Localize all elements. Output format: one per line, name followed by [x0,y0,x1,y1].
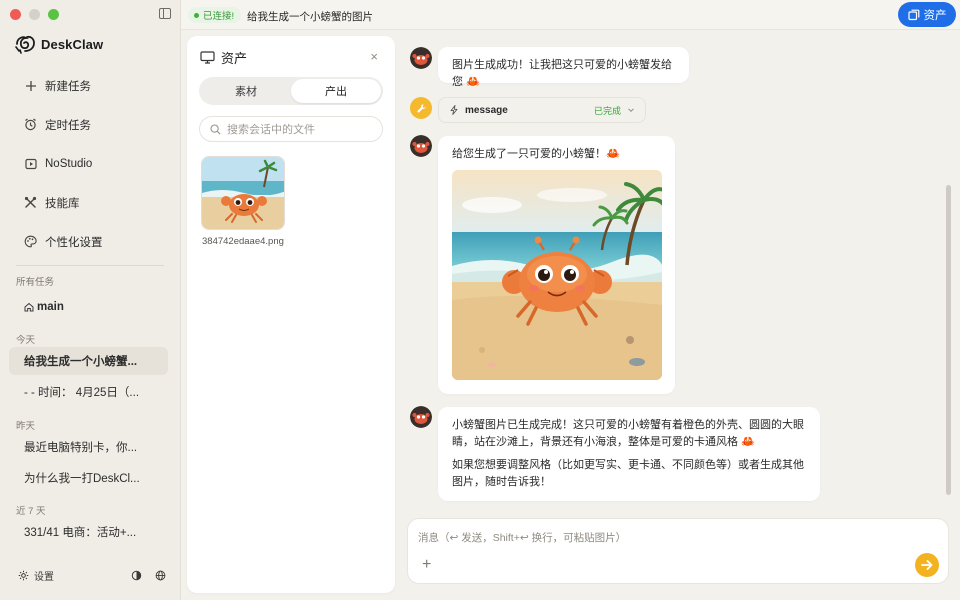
tool-call-icon [410,97,432,119]
conversation-title: 给我生成一个小螃蟹的图片 [247,11,373,23]
file-search-input[interactable]: 搜索会话中的文件 [199,116,383,142]
assistant-message: 图片生成成功！让我把这只可爱的小螃蟹发给您 🦀 [438,47,689,88]
crab-thumbnail-image [202,157,284,229]
sidebar-toggle-icon[interactable] [159,8,171,19]
search-icon [210,123,221,134]
arrow-right-icon [921,560,933,570]
task-item[interactable]: - - 时间： 4月25日（... [9,378,168,406]
message-text: 给您生成了一只可爱的小螃蟹！🦀 [452,148,620,160]
nav-skills[interactable]: 技能库 [16,183,166,222]
sidebar-divider [16,265,164,266]
nav-personalization[interactable]: 个性化设置 [16,222,166,261]
minimize-window-icon[interactable] [29,9,40,20]
task-item[interactable]: 最近电脑特别卡，你... [9,433,168,461]
claw-logo-icon [15,35,35,54]
section-last-7-days: 近 7 天 [16,506,46,517]
plus-icon [24,79,37,92]
assets-button[interactable]: 资产 [898,2,956,27]
close-window-icon[interactable] [10,9,21,20]
send-button[interactable] [915,553,939,577]
tool-call-card[interactable]: message 已完成 [438,97,646,123]
assets-panel-header: 资产 [200,48,247,67]
crab-avatar-icon [410,406,432,428]
nav-nostudio[interactable]: NoStudio [16,144,166,183]
crab-avatar-icon [410,47,432,69]
connection-status-text: 已连接! [203,11,235,22]
message-text: 小螃蟹图片已生成完成！这只可爱的小螃蟹有着橙色的外壳、圆圆的大眼睛，站在沙滩上，… [452,419,804,448]
task-item[interactable]: 331/41 电商：活动+... [9,518,168,546]
composer-placeholder: 消息（↩ 发送，Shift+↩ 换行，可粘贴图片） [418,532,627,544]
language-globe-icon[interactable] [155,570,166,581]
sidebar-footer: 设置 [18,568,166,583]
theme-toggle-icon[interactable] [131,570,142,581]
message-composer[interactable]: 消息（↩ 发送，Shift+↩ 换行，可粘贴图片） + [407,518,949,584]
file-name: 384742edaae4.png [202,236,284,247]
section-all-tasks: 所有任务 [16,277,55,288]
sidebar-nav: 新建任务 定时任务 NoStudio 技能库 个性化设置 [16,66,166,261]
task-item[interactable]: 给我生成一个小螃蟹... [9,347,168,375]
sidebar: DeskClaw 新建任务 定时任务 NoStudio 技能库 个性化设置 所有… [0,0,181,600]
assets-panel-title: 资产 [221,51,248,66]
app-name: DeskClaw [41,36,104,52]
nav-new-task[interactable]: 新建任务 [16,66,166,105]
assets-icon [907,9,919,20]
top-bar: 已连接! 给我生成一个小螃蟹的图片 资产 [181,0,960,30]
task-item[interactable]: 为什么我一打DeskCl... [9,464,168,492]
zoom-window-icon[interactable] [48,9,59,20]
monitor-icon [200,51,215,64]
avatar [410,406,432,428]
task-label: main [37,301,64,313]
settings-link[interactable]: 设置 [34,568,54,583]
nav-label: NoStudio [45,157,93,170]
tab-materials[interactable]: 素材 [201,79,291,103]
window-controls [10,9,59,20]
assets-panel: 资产 × 素材 产出 搜索会话中的文件 384742edaae4.png [187,36,395,593]
generated-image[interactable] [452,170,662,380]
file-thumbnail[interactable] [201,156,285,230]
assistant-message: 小螃蟹图片已生成完成！这只可爱的小螃蟹有着橙色的外壳、圆圆的大眼睛，站在沙滩上，… [438,407,820,501]
palette-icon [24,235,37,248]
assets-button-label: 资产 [923,9,947,22]
chat-thread: 图片生成成功！让我把这只可爱的小螃蟹发给您 🦀 message 已完成 给您生成… [400,30,952,510]
nav-scheduled-tasks[interactable]: 定时任务 [16,105,166,144]
assets-tabs: 素材 产出 [199,77,383,105]
nav-label: 技能库 [45,197,80,210]
tool-status: 已完成 [593,105,621,116]
crab-beach-image [452,170,662,380]
status-dot-icon [194,12,199,18]
avatar [410,47,432,69]
play-box-icon [24,157,37,170]
gear-icon [18,570,29,580]
section-today: 今天 [16,335,36,346]
message-text: 图片生成成功！让我把这只可爱的小螃蟹发给您 🦀 [452,59,672,88]
nav-label: 个性化设置 [45,236,103,249]
close-icon[interactable]: × [370,49,378,64]
assistant-message: 给您生成了一只可爱的小螃蟹！🦀 [438,136,675,394]
crab-avatar-icon [410,135,432,157]
nav-label: 新建任务 [45,80,91,93]
connection-status-badge: 已连接! [188,7,242,23]
app-logo: DeskClaw [14,34,103,54]
chat-scrollbar[interactable] [946,185,951,495]
attach-plus-icon[interactable]: + [422,556,431,574]
avatar [410,135,432,157]
task-main[interactable]: main [9,293,168,321]
wrench-icon [416,103,426,113]
tool-name: message [465,104,508,116]
nav-label: 定时任务 [45,119,91,132]
message-text: 如果您想要调整风格（比如更写实、更卡通、不同颜色等）或者生成其他图片，随时告诉我… [452,459,804,488]
section-yesterday: 昨天 [16,421,36,432]
search-placeholder: 搜索会话中的文件 [227,124,315,136]
tab-outputs[interactable]: 产出 [291,79,381,103]
home-icon [24,302,34,312]
lightning-icon [450,105,458,115]
tools-icon [24,196,37,209]
chevron-down-icon [628,108,634,113]
alarm-icon [24,118,37,131]
